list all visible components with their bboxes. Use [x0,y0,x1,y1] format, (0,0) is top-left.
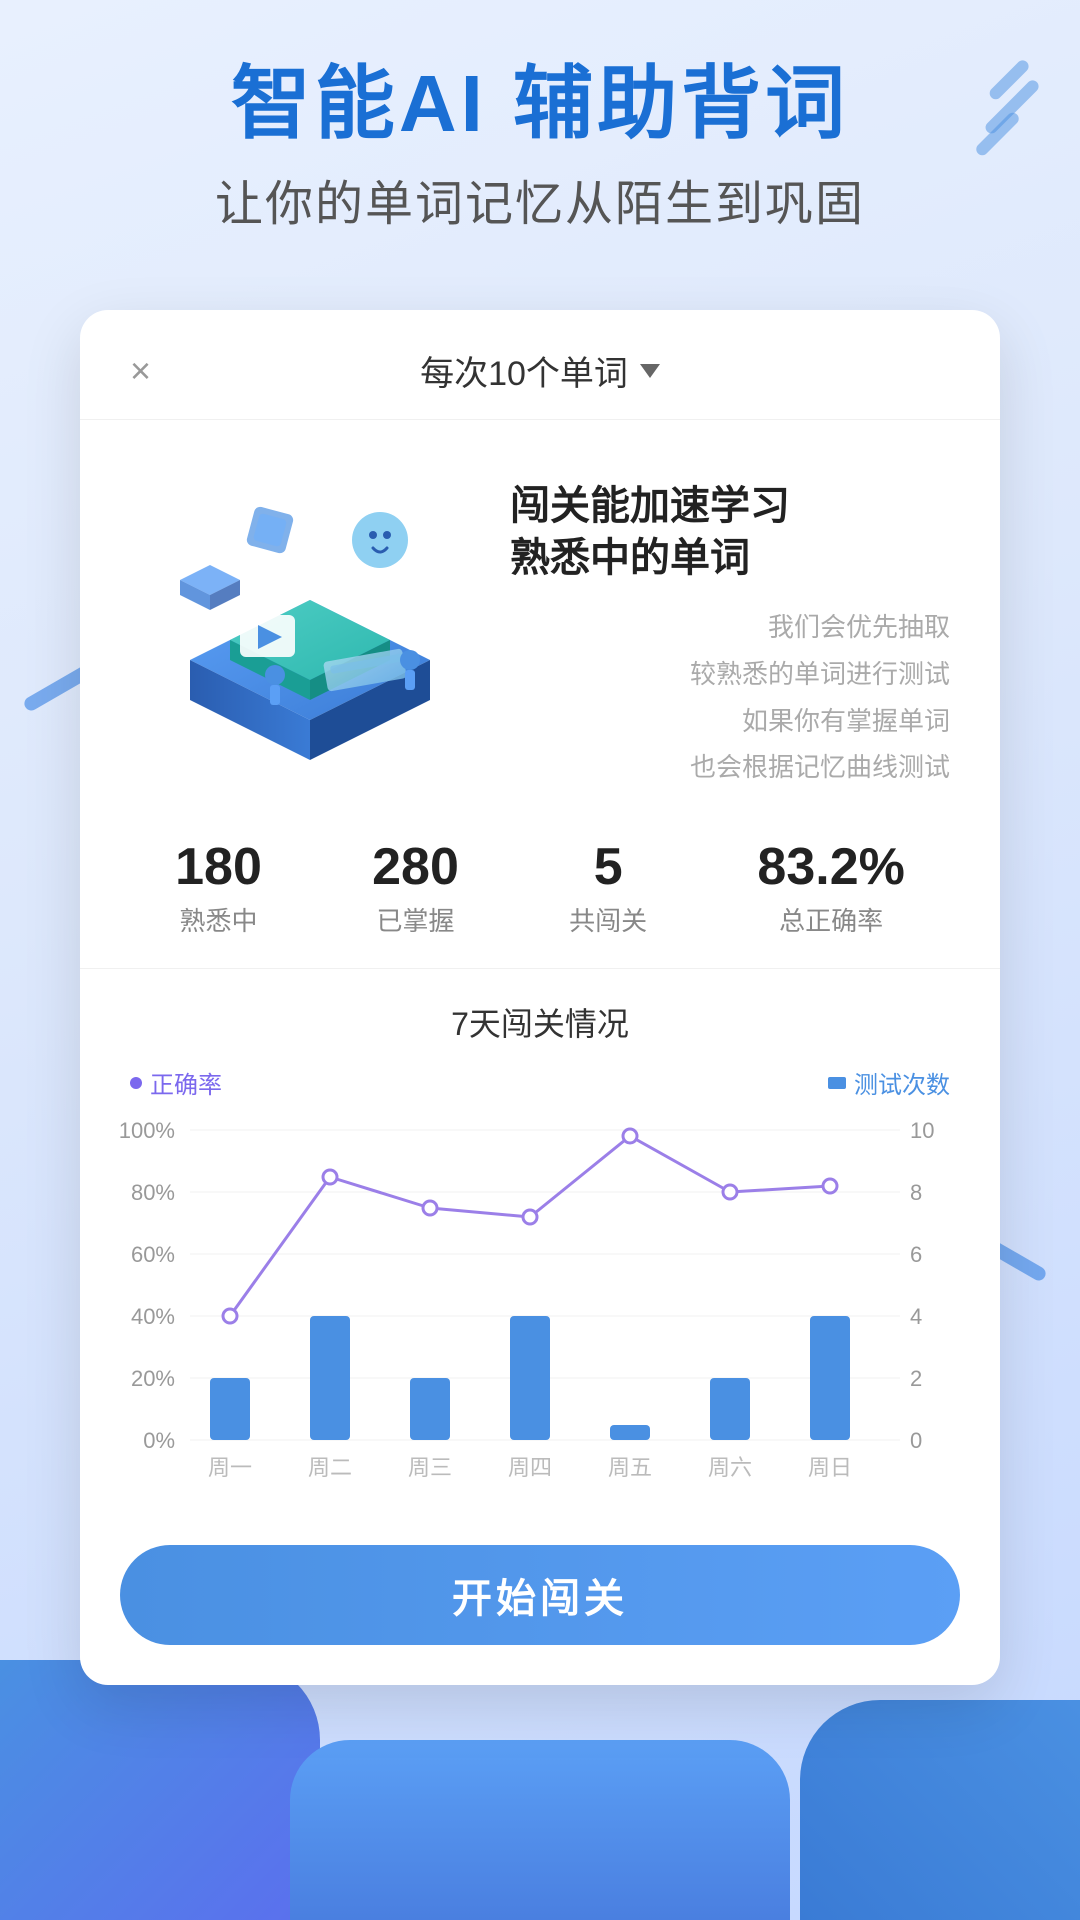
stat-challenges-label: 共闯关 [569,901,647,938]
session-label: 每次10个单词 [420,346,628,395]
main-card: × 每次10个单词 [80,310,1000,1685]
close-button[interactable]: × [130,350,151,392]
legend-accuracy-label: 正确率 [150,1065,222,1100]
session-selector[interactable]: 每次10个单词 [420,346,660,395]
svg-text:10: 10 [910,1118,934,1143]
svg-text:周六: 周六 [708,1455,752,1480]
legend-tests-label: 测试次数 [854,1065,950,1100]
legend-tests-rect [828,1077,846,1089]
svg-text:20%: 20% [131,1366,175,1391]
stat-mastered-label: 已掌握 [372,901,459,938]
header-title: 智能AI 辅助背词 [60,60,1020,148]
hero-text: 闯关能加速学习熟悉中的单词 我们会优先抽取 较熟悉的单词进行测试 如果你有掌握单… [510,460,950,791]
chart-legend: 正确率 测试次数 [120,1065,960,1100]
stat-accuracy-number: 83.2% [757,841,904,893]
bottom-wave-center [290,1740,790,1920]
svg-text:80%: 80% [131,1180,175,1205]
svg-text:周日: 周日 [808,1455,852,1480]
legend-accuracy: 正确率 [130,1065,222,1100]
stat-familiar-label: 熟悉中 [175,901,262,938]
stat-challenges: 5 共闯关 [569,841,647,938]
svg-text:2: 2 [910,1366,922,1391]
svg-text:0: 0 [910,1428,922,1453]
card-header: × 每次10个单词 [80,310,1000,420]
svg-text:0%: 0% [143,1428,175,1453]
stat-mastered-number: 280 [372,841,459,893]
stat-challenges-number: 5 [569,841,647,893]
header-subtitle: 让你的单词记忆从陌生到巩固 [60,164,1020,234]
chart-section: 7天闯关情况 正确率 测试次数 100% 80% 60% 40% 20% 0% [80,969,1000,1515]
svg-text:周一: 周一 [208,1455,252,1480]
stat-familiar-number: 180 [175,841,262,893]
svg-text:周三: 周三 [408,1455,452,1480]
bottom-wave-right [800,1700,1080,1920]
chevron-down-icon [640,364,660,378]
stat-mastered: 280 已掌握 [372,841,459,938]
hero-section: 闯关能加速学习熟悉中的单词 我们会优先抽取 较熟悉的单词进行测试 如果你有掌握单… [80,420,1000,821]
svg-text:周二: 周二 [308,1455,352,1480]
hero-description: 我们会优先抽取 较熟悉的单词进行测试 如果你有掌握单词 也会根据记忆曲线测试 [510,604,950,791]
svg-text:4: 4 [910,1304,922,1329]
start-button[interactable]: 开始闯关 [120,1545,960,1645]
chart-container: 100% 80% 60% 40% 20% 0% 10 8 6 4 2 0 [120,1110,960,1495]
stat-accuracy: 83.2% 总正确率 [757,841,904,938]
svg-text:6: 6 [910,1242,922,1267]
stat-familiar: 180 熟悉中 [175,841,262,938]
svg-text:100%: 100% [120,1118,175,1143]
hero-heading: 闯关能加速学习熟悉中的单词 [510,480,950,584]
bottom-wave-left [0,1660,320,1920]
legend-accuracy-dot [130,1077,142,1089]
hero-illustration [130,460,490,780]
svg-text:周四: 周四 [508,1455,552,1480]
svg-text:40%: 40% [131,1304,175,1329]
header-title-text: 智能AI 辅助背词 [231,59,849,148]
header-section: 智能AI 辅助背词 让你的单词记忆从陌生到巩固 [0,60,1080,234]
legend-tests: 测试次数 [828,1065,950,1100]
stat-accuracy-label: 总正确率 [757,901,904,938]
svg-text:8: 8 [910,1180,922,1205]
svg-text:周五: 周五 [608,1455,652,1480]
stats-row: 180 熟悉中 280 已掌握 5 共闯关 83.2% 总正确率 [80,821,1000,969]
svg-text:60%: 60% [131,1242,175,1267]
chart-title: 7天闯关情况 [120,999,960,1045]
